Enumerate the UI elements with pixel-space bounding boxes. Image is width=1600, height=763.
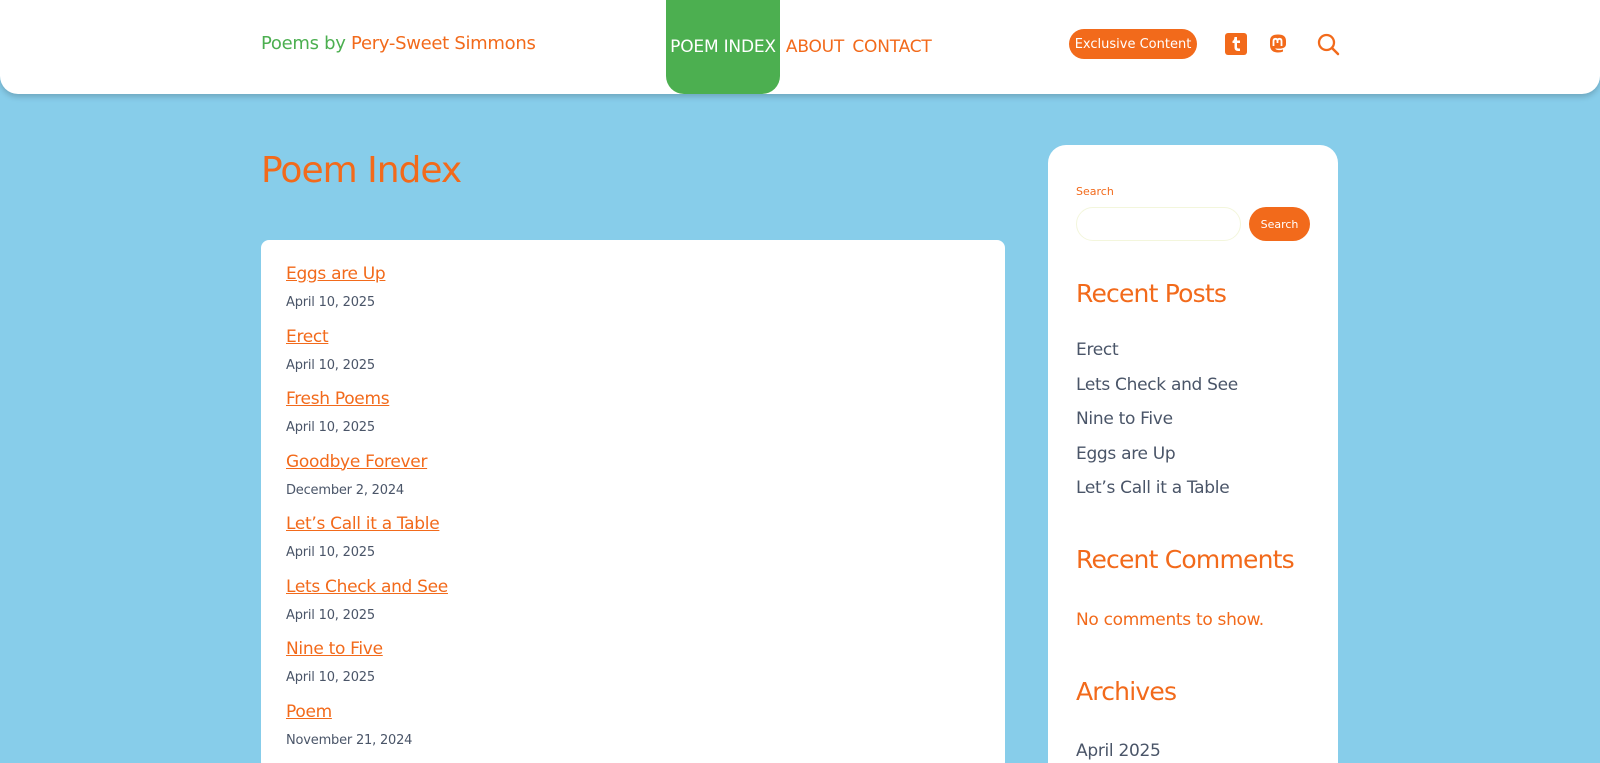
poem-list-item: Poem November 21, 2024	[286, 701, 448, 763]
archive-link[interactable]: April 2025	[1076, 741, 1161, 761]
poem-date: April 10, 2025	[286, 357, 375, 373]
tumblr-icon[interactable]	[1225, 33, 1247, 55]
nav-about[interactable]: ABOUT	[786, 0, 844, 94]
recent-comments-title: Recent Comments	[1076, 545, 1295, 574]
poem-title-link[interactable]: Fresh Poems	[286, 388, 448, 410]
search-label: Search	[1076, 185, 1114, 198]
search-input[interactable]	[1076, 207, 1241, 241]
poem-date: April 10, 2025	[286, 607, 375, 623]
recent-post-item: Nine to Five	[1076, 409, 1238, 444]
site-header: Poems by Pery-Sweet Simmons POEM INDEX A…	[0, 0, 1600, 94]
poem-list-item: Fresh Poems April 10, 2025	[286, 388, 448, 451]
page-title: Poem Index	[261, 150, 462, 191]
search-button[interactable]: Search	[1249, 207, 1310, 241]
recent-posts-list: Erect Lets Check and See Nine to Five Eggs …	[1076, 340, 1238, 513]
recent-post-item: Erect	[1076, 340, 1238, 375]
archives-title: Archives	[1076, 677, 1177, 706]
site-title[interactable]: Poems by Pery-Sweet Simmons	[261, 33, 536, 54]
poem-list-item: Nine to Five April 10, 2025	[286, 638, 448, 701]
poem-title-link[interactable]: Erect	[286, 326, 448, 348]
poem-list-item: Erect April 10, 2025	[286, 326, 448, 389]
recent-post-link[interactable]: Eggs are Up	[1076, 444, 1176, 464]
recent-post-link[interactable]: Lets Check and See	[1076, 375, 1238, 395]
recent-post-link[interactable]: Nine to Five	[1076, 409, 1173, 429]
sidebar: Search Search Recent Posts Erect Lets Che…	[1048, 145, 1338, 763]
recent-post-item: Lets Check and See	[1076, 375, 1238, 410]
poem-title-link[interactable]: Poem	[286, 701, 448, 723]
poem-date: December 2, 2024	[286, 482, 404, 498]
poem-title-link[interactable]: Goodbye Forever	[286, 451, 448, 473]
recent-post-item: Eggs are Up	[1076, 444, 1238, 479]
recent-post-item: Let’s Call it a Table	[1076, 478, 1238, 513]
poem-date: April 10, 2025	[286, 545, 375, 560]
poem-list: Eggs are Up April 10, 2025 Erect April 10, …	[286, 263, 448, 763]
recent-post-link[interactable]: Let’s Call it a Table	[1076, 478, 1230, 498]
poem-list-item: Goodbye Forever December 2, 2024	[286, 451, 448, 514]
search-icon[interactable]	[1316, 32, 1340, 56]
recent-posts-title: Recent Posts	[1076, 279, 1227, 308]
poem-date: April 10, 2025	[286, 295, 375, 310]
recent-post-link[interactable]: Erect	[1076, 340, 1119, 360]
poem-date: April 10, 2025	[286, 670, 375, 685]
poem-title-link[interactable]: Let’s Call it a Table	[286, 513, 448, 535]
poem-list-item: Eggs are Up April 10, 2025	[286, 263, 448, 326]
poem-list-item: Let’s Call it a Table April 10, 2025	[286, 513, 448, 576]
poem-title-link[interactable]: Nine to Five	[286, 638, 448, 660]
poem-title-link[interactable]: Lets Check and See	[286, 576, 448, 598]
mastodon-icon[interactable]	[1267, 33, 1289, 55]
site-title-prefix[interactable]: Poems by	[261, 33, 351, 54]
nav-contact[interactable]: CONTACT	[852, 0, 931, 94]
no-comments-text: No comments to show.	[1076, 610, 1264, 630]
poem-title-link[interactable]: Eggs are Up	[286, 263, 448, 285]
poem-index-card: Eggs are Up April 10, 2025 Erect April 10, …	[261, 240, 1005, 763]
site-title-author[interactable]: Pery-Sweet Simmons	[351, 33, 536, 54]
poem-list-item: Lets Check and See April 10, 2025	[286, 576, 448, 639]
poem-date: November 21, 2024	[286, 732, 413, 748]
nav-poem-index[interactable]: POEM INDEX	[666, 0, 780, 94]
exclusive-content-button[interactable]: Exclusive Content	[1069, 29, 1197, 59]
poem-date: April 10, 2025	[286, 420, 375, 435]
